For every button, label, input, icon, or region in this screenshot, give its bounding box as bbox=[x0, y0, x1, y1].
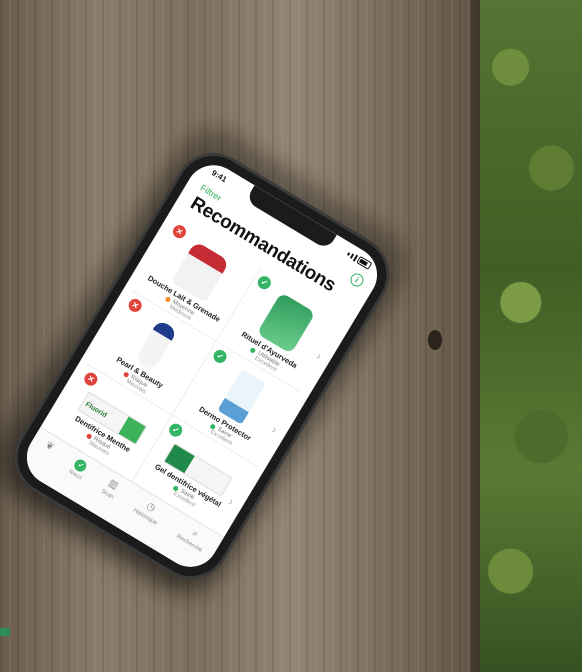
product-logo-text: Fluorid bbox=[83, 401, 108, 420]
battery-icon bbox=[356, 255, 373, 270]
good-badge-icon: ✓ bbox=[166, 421, 185, 440]
bad-badge-icon: ✕ bbox=[170, 222, 189, 241]
signal-icon bbox=[347, 251, 351, 256]
chevron-right-icon: › bbox=[313, 348, 325, 364]
bad-badge-icon: ✕ bbox=[81, 370, 100, 389]
good-badge-icon: ✓ bbox=[211, 347, 229, 366]
leaf-icon: ❦ bbox=[43, 439, 57, 454]
status-time: 9:41 bbox=[210, 167, 229, 184]
grass-background bbox=[480, 0, 582, 672]
tab-scan[interactable]: ▥ Scan bbox=[100, 476, 122, 501]
chevron-right-icon: › bbox=[226, 494, 237, 509]
chevron-right-icon: › bbox=[269, 422, 280, 437]
deodorant-image bbox=[134, 319, 178, 372]
tab-home[interactable]: ❦ bbox=[40, 439, 57, 457]
good-badge-icon: ✓ bbox=[255, 273, 274, 292]
edge-mark bbox=[0, 628, 10, 636]
tab-history[interactable]: ◷ Historique bbox=[132, 496, 165, 526]
tab-search[interactable]: ⌕ Recherche bbox=[175, 522, 210, 554]
wood-knot bbox=[428, 330, 442, 350]
lotion-image bbox=[216, 368, 266, 425]
status-icons bbox=[346, 250, 373, 270]
tab-recommendations[interactable]: ✓ Reco bbox=[68, 457, 90, 481]
bad-badge-icon: ✕ bbox=[126, 296, 145, 315]
